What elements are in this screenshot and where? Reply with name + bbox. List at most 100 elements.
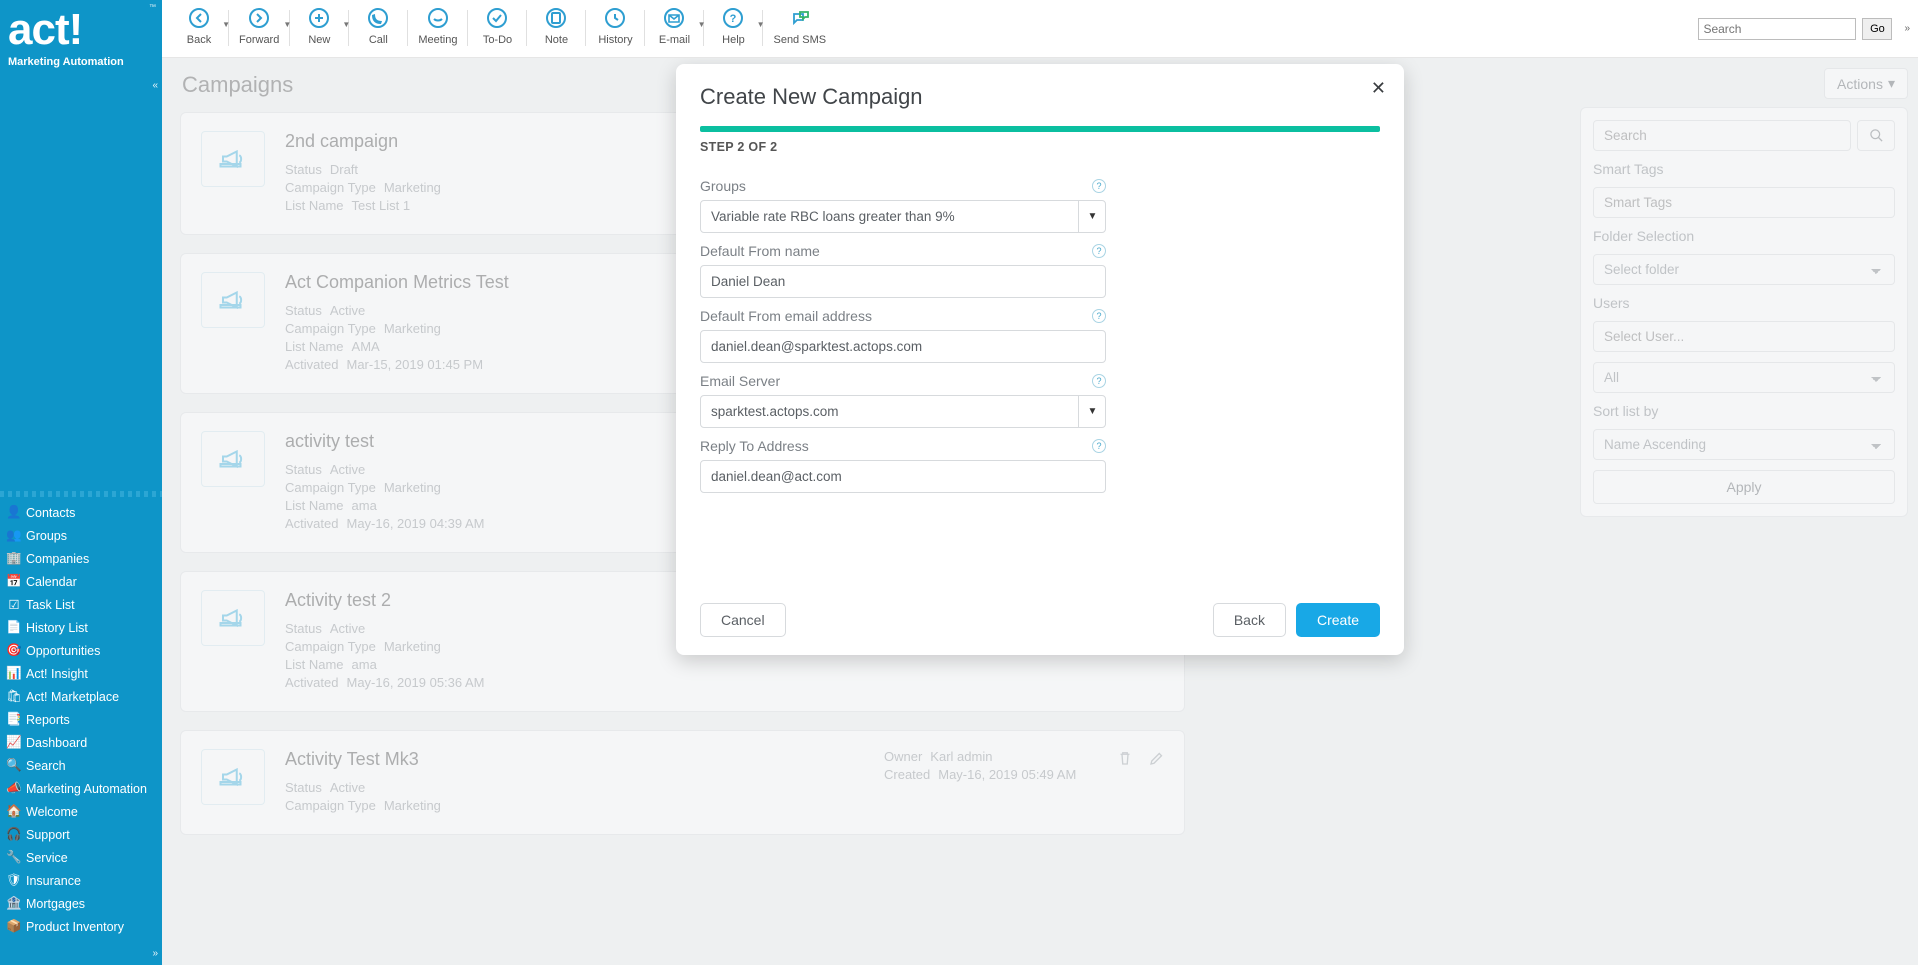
e-mail-icon <box>662 6 686 30</box>
toolbar-back-button[interactable]: Back▼ <box>170 0 228 50</box>
reply-to-input[interactable] <box>700 460 1106 493</box>
nav-item-task-list[interactable]: ☑ Task List <box>0 593 162 616</box>
people-icon: 👥 <box>8 528 20 543</box>
modal-create-button[interactable]: Create <box>1296 603 1380 637</box>
toolbar-expand-icon[interactable]: » <box>1904 23 1910 34</box>
building-icon: 🏢 <box>8 551 20 566</box>
content: Campaigns 2nd campaignStatusDraftCampaig… <box>162 58 1918 965</box>
nav-label: Product Inventory <box>26 920 124 934</box>
box-icon: 📦 <box>8 919 20 934</box>
nav-item-welcome[interactable]: 🏠Welcome <box>0 800 162 823</box>
from-email-help-icon[interactable]: ? <box>1092 309 1106 323</box>
nav-label: Opportunities <box>26 644 100 658</box>
nav-item-reports[interactable]: 📑Reports <box>0 708 162 731</box>
modal-title: Create New Campaign <box>700 84 1380 110</box>
groups-label: Groups <box>700 178 746 194</box>
new-icon <box>307 6 331 30</box>
modal-close-icon[interactable]: ✕ <box>1371 78 1386 99</box>
person-icon: 👤 <box>8 505 20 520</box>
send sms-icon <box>788 6 812 30</box>
nav-list: 👤Contacts👥Groups 🏢 Companies 📅 Calendar ☑ Task… <box>0 497 162 946</box>
toolbar-label: New <box>308 34 330 46</box>
nav-label: Companies <box>26 552 89 566</box>
nav-label: Support <box>26 828 70 842</box>
reply-to-help-icon[interactable]: ? <box>1092 439 1106 453</box>
nav-label: Dashboard <box>26 736 87 750</box>
groups-help-icon[interactable]: ? <box>1092 179 1106 193</box>
headset-icon: 🎧 <box>8 827 20 842</box>
back-icon <box>187 6 211 30</box>
toolbar-e-mail-button[interactable]: E-mail▼ <box>645 0 703 50</box>
modal-back-button[interactable]: Back <box>1213 603 1286 637</box>
note-icon: 📄 <box>8 620 20 635</box>
nav-item-companies[interactable]: 🏢 Companies <box>0 547 162 570</box>
svg-text:?: ? <box>730 13 737 25</box>
sidebar-collapse-icon[interactable]: « <box>0 78 162 97</box>
reply-to-label: Reply To Address <box>700 438 809 454</box>
email-server-help-icon[interactable]: ? <box>1092 374 1106 388</box>
nav-item-act-marketplace[interactable]: 🛍Act! Marketplace <box>0 685 162 708</box>
toolbar-label: Note <box>545 34 568 46</box>
nav-item-product-inventory[interactable]: 📦 Product Inventory <box>0 915 162 938</box>
toolbar-left: Back▼Forward▼New▼CallMeeting To-Do Note His… <box>170 0 836 57</box>
report-icon: 📑 <box>8 712 20 727</box>
nav-item-contacts[interactable]: 👤Contacts <box>0 501 162 524</box>
search-icon: 🔍 <box>8 758 20 773</box>
bank-icon: 🏦 <box>8 896 20 911</box>
toolbar-label: History <box>598 34 632 46</box>
check-icon: ☑ <box>8 597 20 612</box>
toolbar-to-do-button[interactable]: To-Do <box>468 0 526 50</box>
email-server-select[interactable] <box>700 395 1106 428</box>
toolbar-label: E-mail <box>659 34 690 46</box>
toolbar-send-sms-button[interactable]: Send SMS <box>763 0 836 50</box>
history-icon <box>603 6 627 30</box>
from-email-input[interactable] <box>700 330 1106 363</box>
modal-form: Groups ? ▼ Default From name ? Default F… <box>700 168 1106 493</box>
from-email-label: Default From email address <box>700 308 872 324</box>
nav-item-history-list[interactable]: 📄History List <box>0 616 162 639</box>
nav-item-insurance[interactable]: 🛡Insurance <box>0 869 162 892</box>
modal-progress-bar <box>700 126 1380 132</box>
from-name-help-icon[interactable]: ? <box>1092 244 1106 258</box>
toolbar-label: To-Do <box>483 34 512 46</box>
nav-item-groups[interactable]: 👥Groups <box>0 524 162 547</box>
logo-word: act! <box>8 10 154 50</box>
nav-item-service[interactable]: 🔧Service <box>0 846 162 869</box>
toolbar-forward-button[interactable]: Forward▼ <box>229 0 289 50</box>
toolbar-history-button[interactable]: History <box>586 0 644 50</box>
chart-icon: 📊 <box>8 666 20 681</box>
sidebar-expand-icon[interactable]: » <box>0 946 162 965</box>
nav-item-opportunities[interactable]: 🎯Opportunities <box>0 639 162 662</box>
logo-subtitle: Marketing Automation <box>8 56 154 68</box>
forward-icon <box>247 6 271 30</box>
nav-label: Task List <box>26 598 75 612</box>
nav-item-act-insight[interactable]: 📊Act! Insight <box>0 662 162 685</box>
global-search-input[interactable] <box>1698 18 1856 40</box>
nav-item-search[interactable]: 🔍Search <box>0 754 162 777</box>
toolbar-meeting-button[interactable]: Meeting <box>408 0 467 50</box>
toolbar-help-button[interactable]: ?Help▼ <box>704 0 762 50</box>
nav-label: Welcome <box>26 805 78 819</box>
modal-cancel-button[interactable]: Cancel <box>700 603 786 637</box>
nav-label: Insurance <box>26 874 81 888</box>
note-icon <box>544 6 568 30</box>
nav-item-calendar[interactable]: 📅 Calendar <box>0 570 162 593</box>
toolbar-call-button[interactable]: Call <box>349 0 407 50</box>
nav-item-dashboard[interactable]: 📈Dashboard <box>0 731 162 754</box>
toolbar-note-button[interactable]: Note <box>527 0 585 50</box>
nav-item-marketing-automation[interactable]: 📣Marketing Automation <box>0 777 162 800</box>
help-icon: ? <box>721 6 745 30</box>
from-name-input[interactable] <box>700 265 1106 298</box>
toolbar-new-button[interactable]: New▼ <box>290 0 348 50</box>
calendar-icon: 📅 <box>8 574 20 589</box>
groups-select[interactable] <box>700 200 1106 233</box>
nav-label: Service <box>26 851 68 865</box>
nav-item-mortgages[interactable]: 🏦 Mortgages <box>0 892 162 915</box>
toolbar-label: Forward <box>239 34 279 46</box>
global-search-go-button[interactable]: Go <box>1862 18 1892 40</box>
sidebar: ™ act! Marketing Automation « 👤Contacts👥… <box>0 0 162 965</box>
nav-label: Calendar <box>26 575 77 589</box>
nav-item-support[interactable]: 🎧 Support <box>0 823 162 846</box>
toolbar-label: Help <box>722 34 745 46</box>
nav-label: Mortgages <box>26 897 85 911</box>
